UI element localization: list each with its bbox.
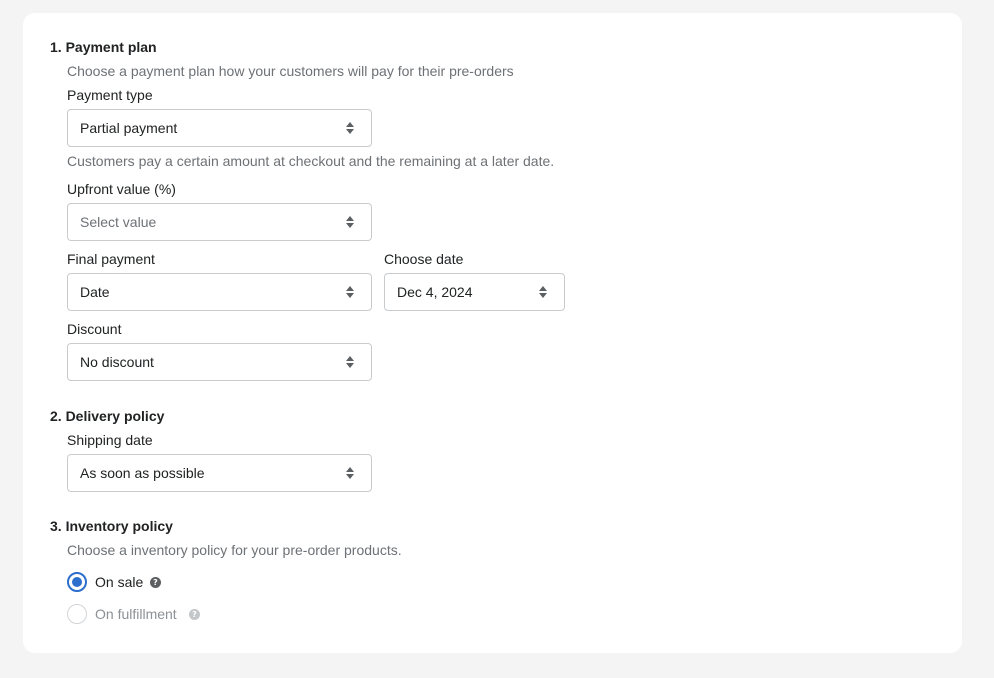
- inventory-policy-title: 3. Inventory policy: [50, 518, 173, 534]
- select-arrows-icon: [346, 467, 354, 479]
- payment-plan-description: Choose a payment plan how your customers…: [67, 63, 514, 79]
- discount-label: Discount: [67, 321, 122, 337]
- final-payment-value: Date: [80, 284, 110, 300]
- on-fulfillment-radio[interactable]: [67, 604, 87, 624]
- payment-type-value: Partial payment: [80, 120, 178, 136]
- select-arrows-icon: [346, 216, 354, 228]
- upfront-value-select[interactable]: Select value: [67, 203, 372, 241]
- delivery-policy-title: 2. Delivery policy: [50, 408, 165, 424]
- inventory-policy-description: Choose a inventory policy for your pre-o…: [67, 542, 402, 558]
- select-arrows-icon: [346, 286, 354, 298]
- shipping-date-select[interactable]: As soon as possible: [67, 454, 372, 492]
- select-arrows-icon: [539, 286, 547, 298]
- select-arrows-icon: [346, 122, 354, 134]
- shipping-date-value: As soon as possible: [80, 465, 205, 481]
- shipping-date-label: Shipping date: [67, 432, 153, 448]
- choose-date-select[interactable]: Dec 4, 2024: [384, 273, 565, 311]
- settings-card: 1. Payment plan Choose a payment plan ho…: [23, 13, 962, 653]
- on-sale-label: On sale: [95, 574, 144, 590]
- final-payment-label: Final payment: [67, 251, 155, 267]
- discount-value: No discount: [80, 354, 154, 370]
- payment-type-helper: Customers pay a certain amount at checko…: [67, 153, 555, 169]
- on-sale-radio[interactable]: [67, 572, 87, 592]
- on-fulfillment-label: On fulfillment: [95, 606, 177, 622]
- payment-type-select[interactable]: Partial payment: [67, 109, 372, 147]
- final-payment-select[interactable]: Date: [67, 273, 372, 311]
- question-circle-icon[interactable]: ?: [189, 609, 200, 620]
- upfront-value-label: Upfront value (%): [67, 181, 176, 197]
- choose-date-label: Choose date: [384, 251, 464, 267]
- discount-select[interactable]: No discount: [67, 343, 372, 381]
- payment-plan-title: 1. Payment plan: [50, 39, 157, 55]
- payment-type-label: Payment type: [67, 87, 153, 103]
- select-arrows-icon: [346, 356, 354, 368]
- choose-date-value: Dec 4, 2024: [397, 284, 473, 300]
- upfront-value-placeholder: Select value: [80, 214, 157, 230]
- question-circle-icon[interactable]: ?: [150, 577, 161, 588]
